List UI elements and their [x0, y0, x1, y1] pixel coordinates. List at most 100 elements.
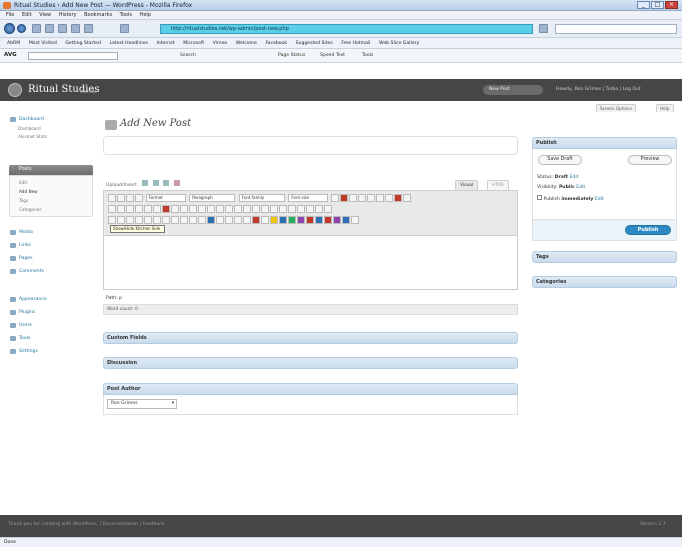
- add-image-icon[interactable]: [142, 180, 149, 186]
- discussion-box[interactable]: Discussion: [103, 357, 518, 369]
- reload-icon[interactable]: [32, 24, 41, 33]
- bookmark-star-icon[interactable]: [71, 24, 80, 33]
- layer-icon[interactable]: [269, 216, 278, 224]
- tab-html[interactable]: HTML: [487, 180, 510, 190]
- sidebar-subitem-akismet[interactable]: Akismet Stats: [9, 133, 93, 140]
- visibility-edit-link[interactable]: Edit: [576, 185, 585, 190]
- sidebar-subitem-tags[interactable]: Tags: [10, 197, 94, 204]
- superscript-icon[interactable]: [358, 194, 367, 202]
- bookmark-item[interactable]: Free Hotmail: [341, 38, 370, 49]
- bookmark-item[interactable]: Microsoft: [183, 38, 204, 49]
- toolbar-search-input[interactable]: [28, 52, 118, 60]
- charmap-icon[interactable]: [367, 194, 376, 202]
- number-list-icon[interactable]: [152, 205, 161, 213]
- font-family-select[interactable]: Font family: [238, 194, 285, 202]
- sup-icon[interactable]: [260, 205, 269, 213]
- add-audio-icon[interactable]: [163, 180, 170, 186]
- align-right-icon[interactable]: [125, 205, 134, 213]
- sidebar-item-posts[interactable]: Posts: [9, 165, 93, 175]
- split-icon[interactable]: [305, 205, 314, 213]
- paste-word-icon[interactable]: [116, 216, 125, 224]
- sidebar-item-tools[interactable]: Tools: [9, 334, 93, 343]
- go-icon[interactable]: [539, 24, 548, 33]
- print-icon[interactable]: [84, 24, 93, 33]
- publish-box-header[interactable]: Publish: [532, 137, 677, 149]
- browser-search-input[interactable]: [555, 24, 677, 34]
- cite-icon[interactable]: [152, 216, 161, 224]
- print-editor-icon[interactable]: [341, 216, 350, 224]
- align-left-icon[interactable]: [107, 205, 116, 213]
- column-icon[interactable]: [287, 205, 296, 213]
- fullscreen-icon[interactable]: [143, 216, 152, 224]
- menu-help[interactable]: Help: [140, 11, 151, 20]
- sidebar-item-media[interactable]: Media: [9, 228, 93, 237]
- post-author-box[interactable]: Post Author: [103, 383, 518, 395]
- sidebar-subitem-categories[interactable]: Categories: [10, 206, 94, 213]
- favorite-actions-dropdown[interactable]: New Post: [483, 85, 543, 95]
- menu-edit[interactable]: Edit: [22, 11, 32, 20]
- sidebar-item-appearance[interactable]: Appearance: [9, 295, 93, 304]
- forward-icon[interactable]: [17, 24, 26, 33]
- ins-icon[interactable]: [188, 216, 197, 224]
- maximize-button[interactable]: □: [651, 1, 664, 9]
- menu-view[interactable]: View: [39, 11, 51, 20]
- help-icon[interactable]: [323, 205, 332, 213]
- del-icon[interactable]: [179, 216, 188, 224]
- sidebar-subitem-add-new[interactable]: Add New: [10, 188, 94, 195]
- search-icon[interactable]: [125, 216, 134, 224]
- pagebreak-icon[interactable]: [332, 216, 341, 224]
- merge-icon[interactable]: [296, 205, 305, 213]
- categories-box[interactable]: Categories: [532, 276, 677, 288]
- underline-icon[interactable]: [125, 194, 134, 202]
- address-bar[interactable]: http://ritualstudies.net/wp-admin/post-n…: [160, 24, 533, 34]
- undo-icon[interactable]: [206, 205, 215, 213]
- author-select[interactable]: Ron Grimes ▾: [107, 399, 177, 409]
- absolute-icon[interactable]: [305, 216, 314, 224]
- cleanup-icon[interactable]: [197, 205, 206, 213]
- table-icon[interactable]: [269, 205, 278, 213]
- screen-options-tab[interactable]: Screen Options: [596, 104, 636, 112]
- toolbar-speed-test[interactable]: Speed Test: [320, 53, 345, 58]
- indent-icon[interactable]: [233, 216, 242, 224]
- toolbar-page-status[interactable]: Page Status: [278, 53, 305, 58]
- bookmark-item[interactable]: Web Slice Gallery: [379, 38, 419, 49]
- add-video-icon[interactable]: [152, 180, 159, 186]
- sidebar-item-links[interactable]: Links: [9, 241, 93, 250]
- align-justify-icon[interactable]: [134, 205, 143, 213]
- row-icon[interactable]: [278, 205, 287, 213]
- replace-icon[interactable]: [134, 216, 143, 224]
- preview-icon[interactable]: [206, 216, 215, 224]
- acronym-icon[interactable]: [170, 216, 179, 224]
- spellcheck-icon[interactable]: [403, 194, 412, 202]
- more-icon[interactable]: [350, 216, 359, 224]
- bookmark-item[interactable]: Getting Started: [65, 38, 101, 49]
- emotions-icon[interactable]: [376, 194, 385, 202]
- preview-button[interactable]: Preview: [628, 155, 672, 165]
- delete-table-icon[interactable]: [314, 205, 323, 213]
- bgcolor-icon[interactable]: [251, 216, 260, 224]
- back-icon[interactable]: [4, 23, 15, 34]
- backward-layer-icon[interactable]: [296, 216, 305, 224]
- home-icon[interactable]: [58, 24, 67, 33]
- abbr-icon[interactable]: [161, 216, 170, 224]
- sidebar-subitem-edit[interactable]: Edit: [10, 179, 94, 186]
- image-icon[interactable]: [188, 205, 197, 213]
- redo-icon[interactable]: [215, 205, 224, 213]
- custom-fields-box[interactable]: Custom Fields: [103, 332, 518, 344]
- bold-icon[interactable]: [107, 194, 116, 202]
- bookmark-item[interactable]: Internet: [156, 38, 174, 49]
- menu-history[interactable]: History: [59, 11, 77, 20]
- format-select[interactable]: Format: [145, 194, 186, 202]
- unlink-icon[interactable]: [170, 205, 179, 213]
- close-button[interactable]: ×: [665, 1, 678, 9]
- sidebar-item-pages[interactable]: Pages: [9, 254, 93, 263]
- media-icon[interactable]: [385, 194, 394, 202]
- text-color-icon[interactable]: [340, 194, 349, 202]
- tab-visual[interactable]: Visual: [455, 180, 479, 190]
- editor-content-area[interactable]: [104, 237, 517, 289]
- template-icon[interactable]: [260, 216, 269, 224]
- nonbreaking-icon[interactable]: [323, 216, 332, 224]
- strikethrough-icon[interactable]: [134, 194, 143, 202]
- link-icon[interactable]: [161, 205, 170, 213]
- add-media-icon[interactable]: [173, 180, 180, 186]
